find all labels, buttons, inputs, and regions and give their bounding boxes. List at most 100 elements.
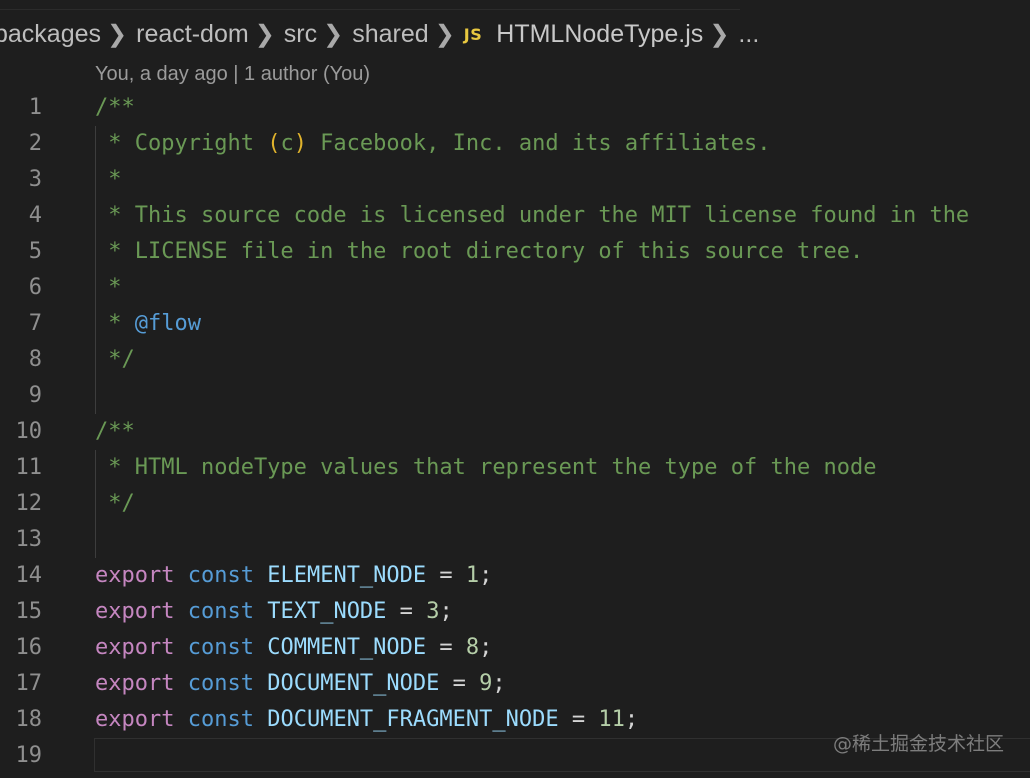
code-token-op [254, 635, 267, 660]
breadcrumb-item-src[interactable]: src [284, 20, 317, 49]
code-token-op: = [426, 635, 466, 660]
code-token-op [174, 599, 187, 624]
code-line[interactable]: 3 * [0, 162, 1030, 198]
code-line[interactable]: 15 export const TEXT_NODE = 3; [0, 594, 1030, 630]
breadcrumb-item-shared[interactable]: shared [352, 20, 428, 49]
line-number: 11 [15, 455, 43, 480]
breadcrumb-symbol-ellipsis[interactable]: ... [738, 20, 759, 49]
code-content: * LICENSE file in the root directory of … [95, 234, 863, 270]
code-line[interactable]: 14 export const ELEMENT_NODE = 1; [0, 558, 1030, 594]
code-token-storage: const [187, 707, 254, 732]
line-number: 16 [15, 635, 43, 660]
code-line[interactable]: 17 export const DOCUMENT_NODE = 9; [0, 666, 1030, 702]
code-line[interactable]: 8 */ [0, 342, 1030, 378]
code-content: * @flow [95, 306, 201, 342]
code-token-num: 1 [465, 563, 480, 588]
code-token-punct: ; [492, 671, 506, 696]
code-line[interactable]: 9 [0, 378, 1030, 414]
code-line[interactable]: 4 * This source code is licensed under t… [0, 198, 1030, 234]
code-token-kw: export [95, 707, 175, 732]
code-token-punct: ; [479, 563, 493, 588]
line-number: 14 [15, 563, 43, 588]
line-number: 5 [28, 239, 42, 264]
javascript-file-icon: JS [463, 24, 483, 44]
line-number: 1 [28, 95, 42, 120]
code-content: export const ELEMENT_NODE = 1; [95, 558, 492, 594]
code-token-storage: const [187, 635, 254, 660]
code-token-op [174, 563, 187, 588]
code-content: export const COMMENT_NODE = 8; [95, 630, 492, 666]
line-number: 7 [28, 311, 42, 336]
code-content: * HTML nodeType values that represent th… [95, 450, 876, 486]
code-token-storage: const [187, 671, 254, 696]
code-line[interactable]: 1 /** [0, 90, 1030, 126]
breadcrumb-item-react-dom[interactable]: react-dom [136, 20, 249, 49]
code-token-kw: export [95, 599, 175, 624]
code-token-const: DOCUMENT_FRAGMENT_NODE [267, 707, 559, 732]
code-token-const: ELEMENT_NODE [267, 563, 427, 588]
code-line[interactable]: 16 export const COMMENT_NODE = 8; [0, 630, 1030, 666]
code-token-punct: ; [479, 635, 493, 660]
code-content: * [95, 270, 121, 306]
code-line[interactable]: 7 * @flow [0, 306, 1030, 342]
code-token-op: = [386, 599, 427, 624]
chevron-right-icon: ❯ [434, 20, 455, 48]
code-token-const: COMMENT_NODE [267, 635, 427, 660]
chevron-right-icon: ❯ [709, 20, 730, 48]
line-number: 15 [15, 599, 43, 624]
code-token-op [174, 635, 187, 660]
code-token-num: 9 [479, 671, 493, 696]
code-token-comment: * [95, 311, 135, 336]
code-token-comment: */ [95, 491, 135, 516]
line-number: 17 [15, 671, 43, 696]
code-token-comment: /** [95, 419, 135, 444]
code-editor[interactable]: 1 /** 2 * Copyright (c) Facebook, Inc. and… [0, 90, 1030, 774]
indent-guide [95, 522, 96, 558]
code-token-kw: export [95, 635, 175, 660]
line-number: 10 [15, 419, 43, 444]
code-token-paren: ( [267, 131, 281, 156]
code-line[interactable]: 5 * LICENSE file in the root directory o… [0, 234, 1030, 270]
breadcrumb-item-file[interactable]: HTMLNodeType.js [496, 20, 703, 49]
code-line[interactable]: 10 /** [0, 414, 1030, 450]
line-number: 19 [15, 743, 43, 768]
code-token-comment: c [280, 131, 294, 156]
code-token-comment: * Copyright [95, 131, 268, 156]
code-token-comment: Facebook, Inc. and its affiliates. [306, 131, 771, 156]
code-token-op: = [439, 671, 480, 696]
code-token-op [254, 707, 267, 732]
code-token-op: = [558, 707, 599, 732]
line-number: 6 [28, 275, 42, 300]
code-token-comment: * This source code is licensed under the… [95, 203, 970, 228]
code-token-comment: */ [95, 347, 135, 372]
code-token-op: = [426, 563, 466, 588]
code-token-storage: const [187, 563, 254, 588]
line-number: 2 [28, 131, 42, 156]
editor-tab-bar-edge [0, 0, 740, 10]
code-line[interactable]: 11 * HTML nodeType values that represent… [0, 450, 1030, 486]
code-token-op [254, 599, 267, 624]
indent-guide [95, 378, 96, 414]
line-number: 4 [28, 203, 42, 228]
line-number: 3 [28, 167, 42, 192]
code-line[interactable]: 6 * [0, 270, 1030, 306]
code-content: export const TEXT_NODE = 3; [95, 594, 453, 630]
code-token-comment: * LICENSE file in the root directory of … [95, 239, 864, 264]
code-token-punct: ; [624, 707, 639, 732]
codelens-git-author[interactable]: You, a day ago | 1 author (You) [95, 63, 370, 86]
code-content: * Copyright (c) Facebook, Inc. and its a… [95, 126, 771, 162]
code-token-op [254, 563, 267, 588]
code-token-op [174, 671, 187, 696]
code-content: export const DOCUMENT_NODE = 9; [95, 666, 506, 702]
code-token-const: DOCUMENT_NODE [267, 671, 440, 696]
breadcrumb: packages ❯ react-dom ❯ src ❯ shared ❯ JS… [0, 14, 759, 54]
code-line[interactable]: 12 */ [0, 486, 1030, 522]
code-content: */ [95, 342, 135, 378]
line-number: 9 [28, 383, 42, 408]
code-line[interactable]: 13 [0, 522, 1030, 558]
breadcrumb-item-packages[interactable]: packages [0, 20, 101, 49]
code-line[interactable]: 2 * Copyright (c) Facebook, Inc. and its… [0, 126, 1030, 162]
code-token-op [254, 671, 267, 696]
chevron-right-icon: ❯ [254, 20, 275, 48]
line-number: 8 [28, 347, 42, 372]
